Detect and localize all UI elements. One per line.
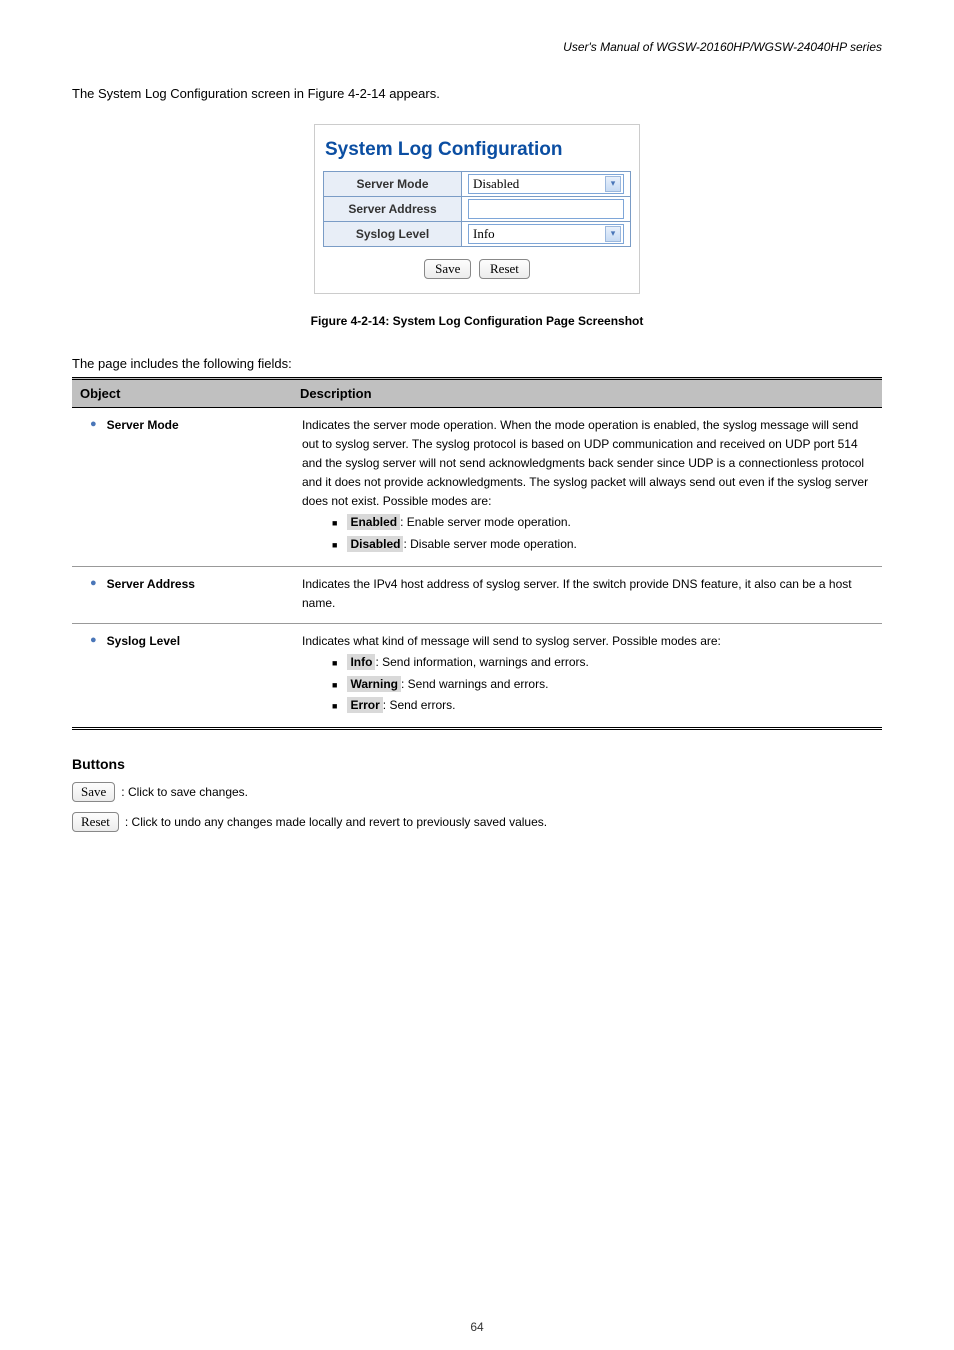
server-address-label: Server Address	[324, 196, 462, 221]
option-item: ■ Info: Send information, warnings and er…	[302, 653, 872, 672]
option-label: Error	[347, 697, 382, 713]
intro-text: The System Log Configuration screen in F…	[72, 84, 882, 104]
server-address-input[interactable]	[468, 199, 624, 219]
table-row: ● Server Address Indicates the IPv4 host a…	[72, 566, 882, 623]
bullet-icon: ●	[90, 632, 97, 650]
option-label: Info	[347, 654, 375, 670]
figure-caption: Figure 4-2-14: System Log Configuration …	[72, 314, 882, 328]
button-description-row: Reset : Click to undo any changes made lo…	[72, 812, 882, 832]
square-bullet-icon: ■	[332, 518, 337, 528]
description-table: Object Description ● Server Mode Indicates…	[72, 377, 882, 730]
option-text: : Send errors.	[383, 698, 456, 712]
object-item: ● Server Mode	[82, 416, 282, 435]
object-label: Syslog Level	[107, 632, 180, 651]
reset-button-sample[interactable]: Reset	[72, 812, 119, 832]
square-bullet-icon: ■	[332, 540, 337, 550]
description-cell: Indicates the IPv4 host address of syslo…	[292, 566, 882, 623]
config-screenshot: System Log Configuration Server Mode Dis…	[314, 124, 640, 294]
config-table: Server Mode Disabled ▾ Server Address Sy…	[323, 171, 631, 247]
object-item: ● Syslog Level	[82, 632, 282, 651]
button-desc-text: : Click to save changes.	[121, 785, 248, 799]
square-bullet-icon: ■	[332, 680, 337, 690]
col-description: Description	[292, 378, 882, 407]
option-label: Disabled	[347, 536, 403, 552]
save-button[interactable]: Save	[424, 259, 471, 279]
option-text: : Send information, warnings and errors.	[375, 655, 588, 669]
server-mode-label: Server Mode	[324, 171, 462, 196]
manual-header: User's Manual of WGSW-20160HP/WGSW-24040…	[72, 40, 882, 54]
option-text: : Disable server mode operation.	[403, 537, 576, 551]
table-row: ● Server Mode Indicates the server mode op…	[72, 407, 882, 566]
object-label: Server Mode	[107, 416, 179, 435]
bullet-icon: ●	[90, 416, 97, 434]
option-text: : Enable server mode operation.	[400, 515, 571, 529]
reset-button[interactable]: Reset	[479, 259, 530, 279]
square-bullet-icon: ■	[332, 658, 337, 668]
table-row: ● Syslog Level Indicates what kind of mess…	[72, 624, 882, 729]
bullet-icon: ●	[90, 575, 97, 593]
description-cell: Indicates what kind of message will send…	[292, 624, 882, 729]
buttons-heading: Buttons	[72, 756, 882, 772]
syslog-level-select[interactable]: Info ▾	[468, 224, 624, 244]
description-cell: Indicates the server mode operation. Whe…	[292, 407, 882, 566]
chevron-down-icon: ▾	[605, 176, 621, 192]
option-item: ■ Warning: Send warnings and errors.	[302, 675, 872, 694]
object-label: Server Address	[107, 575, 195, 594]
col-object: Object	[72, 378, 292, 407]
save-button-sample[interactable]: Save	[72, 782, 115, 802]
page-number: 64	[0, 1320, 954, 1334]
object-item: ● Server Address	[82, 575, 282, 594]
option-item: ■ Enabled: Enable server mode operation.	[302, 513, 872, 532]
button-desc-text: : Click to undo any changes made locally…	[125, 815, 547, 829]
chevron-down-icon: ▾	[605, 226, 621, 242]
option-label: Warning	[347, 676, 401, 692]
server-mode-select[interactable]: Disabled ▾	[468, 174, 624, 194]
option-item: ■ Disabled: Disable server mode operation…	[302, 535, 872, 554]
button-description-row: Save : Click to save changes.	[72, 782, 882, 802]
syslog-level-label: Syslog Level	[324, 221, 462, 246]
option-text: : Send warnings and errors.	[401, 677, 548, 691]
square-bullet-icon: ■	[332, 701, 337, 711]
option-label: Enabled	[347, 514, 400, 530]
option-item: ■ Error: Send errors.	[302, 696, 872, 715]
config-title: System Log Configuration	[323, 135, 631, 171]
desc-intro: The page includes the following fields:	[72, 356, 882, 371]
